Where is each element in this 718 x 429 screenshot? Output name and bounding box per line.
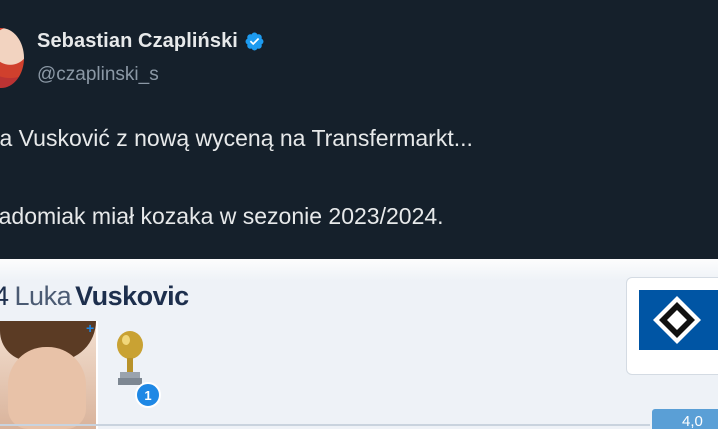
- author-handle[interactable]: @czaplinski_s: [37, 64, 159, 86]
- media-header-strip: [0, 259, 718, 281]
- player-last-name: Vuskovic: [75, 281, 189, 311]
- author-display-name[interactable]: Sebastian Czapliński: [37, 30, 238, 53]
- tweet-media-image[interactable]: 4 Luka Vuskovic + 1 4,0: [0, 259, 718, 429]
- player-shirt-number: 4: [0, 281, 9, 311]
- media-divider: [0, 424, 650, 426]
- player-first-name: Luka: [14, 281, 72, 311]
- club-crest-box: [626, 277, 718, 375]
- market-value-chip: 4,0: [652, 409, 718, 429]
- tweet-text-line: Radomiak miał kozaka w sezonie 2023/2024…: [0, 203, 444, 229]
- player-header: 4 Luka Vuskovic: [0, 281, 189, 312]
- trophy-count-badge: 1: [135, 382, 161, 408]
- player-face: [8, 347, 86, 429]
- author-avatar[interactable]: [0, 28, 24, 88]
- hsv-club-logo: [639, 290, 718, 350]
- verified-badge-icon[interactable]: [244, 31, 265, 52]
- player-photo: [0, 321, 98, 429]
- author-name-row: Sebastian Czapliński: [37, 30, 265, 53]
- photo-plus-icon: +: [86, 320, 95, 336]
- trophy-icon: [117, 331, 143, 385]
- tweet-text-line: ka Vusković z nową wyceną na Transfermar…: [0, 125, 473, 151]
